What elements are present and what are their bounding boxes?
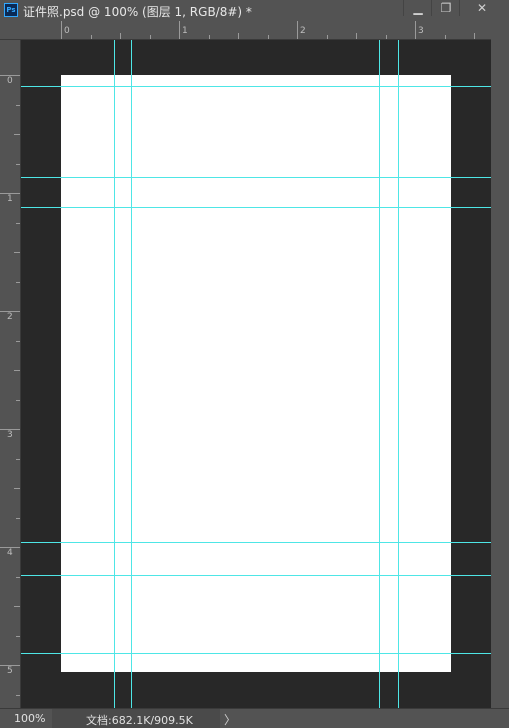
- ruler-tick: [356, 33, 357, 39]
- vertical-guide[interactable]: [114, 40, 115, 708]
- ruler-tick: [16, 400, 20, 401]
- horizontal-guide[interactable]: [21, 575, 491, 576]
- pasteboard[interactable]: [21, 40, 491, 708]
- maximize-button[interactable]: ❐: [431, 0, 460, 16]
- vertical-guide[interactable]: [131, 40, 132, 708]
- horizontal-guide[interactable]: [21, 653, 491, 654]
- horizontal-guide[interactable]: [21, 542, 491, 543]
- ruler-tick: [16, 518, 20, 519]
- ruler-tick: [150, 35, 151, 39]
- ruler-tick: [16, 577, 20, 578]
- ruler-tick: [14, 134, 20, 135]
- minimize-button[interactable]: ▁: [403, 0, 432, 16]
- ruler-label: 1: [182, 26, 188, 36]
- ruler-tick: [16, 282, 20, 283]
- ruler-tick: [179, 21, 180, 39]
- ruler-label: 1: [7, 194, 13, 204]
- ruler-tick: [16, 695, 20, 696]
- ruler-tick: [16, 105, 20, 106]
- ruler-tick: [120, 33, 121, 39]
- ruler-label: 2: [7, 312, 13, 322]
- ruler-tick: [14, 252, 20, 253]
- ruler-label: 5: [7, 666, 13, 676]
- horizontal-ruler[interactable]: 0 1 2 3: [0, 21, 509, 40]
- ruler-label: 2: [300, 26, 306, 36]
- ruler-tick: [268, 35, 269, 39]
- status-bar: 100% 文档:682.1K/909.5K 〉: [0, 708, 509, 728]
- chevron-right-icon[interactable]: 〉: [224, 711, 236, 728]
- document-size: 文档:682.1K/909.5K: [86, 714, 193, 727]
- ruler-tick: [14, 488, 20, 489]
- ruler-label: 0: [7, 76, 13, 86]
- horizontal-guide[interactable]: [21, 86, 491, 87]
- ruler-label: 3: [7, 430, 13, 440]
- ruler-tick: [297, 21, 298, 39]
- document-canvas[interactable]: [61, 75, 451, 672]
- ruler-tick: [445, 35, 446, 39]
- ruler-tick: [327, 35, 328, 39]
- ruler-tick: [415, 21, 416, 39]
- ruler-tick: [16, 164, 20, 165]
- ruler-label: 3: [418, 26, 424, 36]
- ruler-tick: [91, 35, 92, 39]
- vertical-guide[interactable]: [379, 40, 380, 708]
- ruler-tick: [16, 223, 20, 224]
- ruler-tick: [16, 341, 20, 342]
- close-button[interactable]: ✕: [459, 0, 504, 16]
- document-title: 证件照.psd @ 100% (图层 1, RGB/8#) *: [23, 5, 252, 19]
- ruler-tick: [16, 636, 20, 637]
- document-tab[interactable]: Ps 证件照.psd @ 100% (图层 1, RGB/8#) * ▁ ❐ ✕: [0, 0, 509, 22]
- photoshop-app-icon: Ps: [4, 3, 18, 17]
- vertical-scrollbar[interactable]: [491, 22, 509, 708]
- zoom-level[interactable]: 100%: [14, 712, 45, 725]
- ruler-label: 4: [7, 548, 13, 558]
- horizontal-guide[interactable]: [21, 207, 491, 208]
- ruler-tick: [14, 370, 20, 371]
- ruler-tick: [16, 459, 20, 460]
- ruler-tick: [238, 33, 239, 39]
- ruler-tick: [209, 35, 210, 39]
- ruler-label: 0: [64, 26, 70, 36]
- ruler-tick: [474, 33, 475, 39]
- ruler-tick: [386, 35, 387, 39]
- vertical-ruler[interactable]: 0 1 2 3 4 5: [0, 40, 21, 708]
- ruler-tick: [61, 21, 62, 39]
- horizontal-guide[interactable]: [21, 177, 491, 178]
- vertical-guide[interactable]: [398, 40, 399, 708]
- ruler-tick: [14, 606, 20, 607]
